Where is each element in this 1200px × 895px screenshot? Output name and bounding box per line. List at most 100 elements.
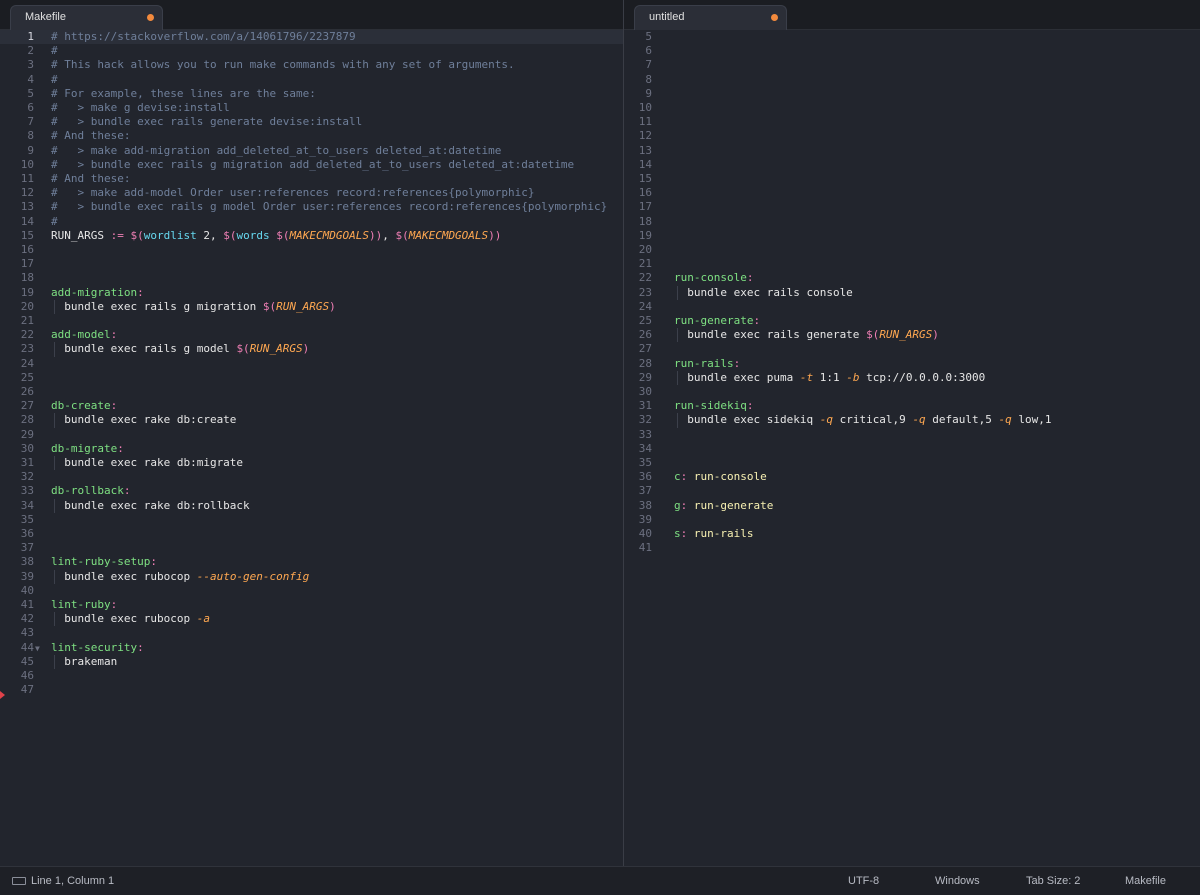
code-line[interactable]: 34 bbox=[624, 442, 1200, 456]
code-token: bundle exec rails g migration bbox=[51, 299, 263, 313]
code-line[interactable]: 13 bbox=[624, 144, 1200, 158]
code-line[interactable]: 7 # > bundle exec rails generate devise:i… bbox=[0, 115, 623, 129]
code-line[interactable]: 29 bundle exec puma -t 1:1 -b tcp://0.0.… bbox=[624, 370, 1200, 385]
code-line[interactable]: 27 db-create: bbox=[0, 399, 623, 413]
code-line[interactable]: 8 # And these: bbox=[0, 129, 623, 143]
code-line[interactable]: 18 bbox=[0, 271, 623, 285]
code-line[interactable]: 7 bbox=[624, 58, 1200, 72]
panel-toggle-icon[interactable] bbox=[12, 877, 26, 885]
code-line[interactable]: 17 bbox=[0, 257, 623, 271]
code-line[interactable]: 4 # bbox=[0, 73, 623, 87]
code-line[interactable]: 42 bundle exec rubocop -a bbox=[0, 612, 623, 627]
code-line[interactable]: 30 bbox=[624, 385, 1200, 399]
code-line[interactable]: 15 RUN_ARGS := $(wordlist 2, $(words $(MA… bbox=[0, 229, 623, 243]
code-line[interactable]: 25 bbox=[0, 371, 623, 385]
code-line[interactable]: 45 brakeman bbox=[0, 654, 623, 669]
code-line[interactable]: 9 bbox=[624, 87, 1200, 101]
code-line[interactable]: 22 run-console: bbox=[624, 271, 1200, 285]
code-line[interactable]: 37 bbox=[624, 484, 1200, 498]
code-line[interactable]: 40 s: run-rails bbox=[624, 527, 1200, 541]
code-line[interactable]: 11 bbox=[624, 115, 1200, 129]
code-line[interactable]: 36 bbox=[0, 527, 623, 541]
code-line[interactable]: 44 ▼ lint-security: bbox=[0, 641, 623, 655]
code-line[interactable]: 28 run-rails: bbox=[624, 357, 1200, 371]
code-line[interactable]: 24 bbox=[0, 357, 623, 371]
code-line[interactable]: 26 bundle exec rails generate $(RUN_ARGS… bbox=[624, 328, 1200, 343]
code-line[interactable]: 20 bundle exec rails g migration $(RUN_A… bbox=[0, 299, 623, 314]
code-line[interactable]: 20 bbox=[624, 243, 1200, 257]
encoding-indicator[interactable]: UTF-8 bbox=[848, 875, 879, 887]
code-line[interactable]: 24 bbox=[624, 300, 1200, 314]
code-line[interactable]: 16 bbox=[624, 186, 1200, 200]
code-line[interactable]: 32 bbox=[0, 470, 623, 484]
tab-untitled[interactable]: untitled bbox=[634, 5, 787, 30]
code-line[interactable]: 37 bbox=[0, 541, 623, 555]
line-endings-indicator[interactable]: Windows bbox=[935, 875, 980, 887]
code-line[interactable]: 12 # > make add-model Order user:referenc… bbox=[0, 186, 623, 200]
code-line[interactable]: 19 bbox=[624, 229, 1200, 243]
code-line[interactable]: 36 c: run-console bbox=[624, 470, 1200, 484]
code-line[interactable]: 25 run-generate: bbox=[624, 314, 1200, 328]
fold-arrow-icon[interactable]: ▼ bbox=[35, 642, 40, 656]
code-line[interactable]: 6 # > make g devise:install bbox=[0, 101, 623, 115]
code-line[interactable]: 39 bundle exec rubocop --auto-gen-config bbox=[0, 569, 623, 584]
code-line[interactable]: 47 bbox=[0, 683, 623, 697]
line-number: 14 bbox=[638, 157, 652, 171]
code-line[interactable]: 33 bbox=[624, 428, 1200, 442]
code-line[interactable]: 12 bbox=[624, 129, 1200, 143]
code-line[interactable]: 18 bbox=[624, 215, 1200, 229]
code-line[interactable]: 1 # https://stackoverflow.com/a/14061796/… bbox=[0, 30, 623, 45]
modified-indicator-icon[interactable] bbox=[771, 14, 778, 21]
modified-indicator-icon[interactable] bbox=[147, 14, 154, 21]
code-line[interactable]: 5 bbox=[624, 30, 1200, 44]
code-token: : bbox=[137, 640, 144, 654]
code-line[interactable]: 43 bbox=[0, 626, 623, 640]
code-line[interactable]: 40 bbox=[0, 584, 623, 598]
code-line[interactable]: 31 run-sidekiq: bbox=[624, 399, 1200, 413]
code-line[interactable]: 10 # > bundle exec rails g migration add_… bbox=[0, 158, 623, 172]
code-line[interactable]: 2 # bbox=[0, 44, 623, 58]
tab-makefile[interactable]: Makefile bbox=[10, 5, 163, 30]
code-line[interactable]: 21 bbox=[0, 314, 623, 328]
cursor-position[interactable]: Line 1, Column 1 bbox=[31, 875, 114, 887]
code-line[interactable]: 34 bundle exec rake db:rollback bbox=[0, 498, 623, 513]
code-line[interactable]: 21 bbox=[624, 257, 1200, 271]
code-line[interactable]: 14 bbox=[624, 158, 1200, 172]
code-line[interactable]: 38 g: run-generate bbox=[624, 499, 1200, 513]
editor-pane-untitled[interactable]: 5 6 7 8 9 10 11 12 13 14 15 16 17 18 19 20 21 22 run-conso… bbox=[624, 30, 1200, 866]
code-line[interactable]: 35 bbox=[0, 513, 623, 527]
code-line[interactable]: 27 bbox=[624, 342, 1200, 356]
code-line[interactable]: 23 bundle exec rails console bbox=[624, 285, 1200, 300]
code-line[interactable]: 3 # This hack allows you to run make comm… bbox=[0, 58, 623, 72]
code-line[interactable]: 17 bbox=[624, 200, 1200, 214]
code-line[interactable]: 15 bbox=[624, 172, 1200, 186]
code-line[interactable]: 35 bbox=[624, 456, 1200, 470]
code-line[interactable]: 41 bbox=[624, 541, 1200, 555]
code-line[interactable]: 28 bundle exec rake db:create bbox=[0, 413, 623, 428]
code-line[interactable]: 5 # For example, these lines are the same… bbox=[0, 87, 623, 101]
code-line[interactable]: 39 bbox=[624, 513, 1200, 527]
code-line[interactable]: 8 bbox=[624, 73, 1200, 87]
code-line[interactable]: 14 # bbox=[0, 215, 623, 229]
code-line[interactable]: 30 db-migrate: bbox=[0, 442, 623, 456]
code-line[interactable]: 13 # > bundle exec rails g model Order us… bbox=[0, 200, 623, 214]
code-line[interactable]: 29 bbox=[0, 428, 623, 442]
code-line[interactable]: 31 bundle exec rake db:migrate bbox=[0, 456, 623, 471]
editor-pane-makefile[interactable]: 1 # https://stackoverflow.com/a/14061796/… bbox=[0, 30, 623, 866]
code-line[interactable]: 22 add-model: bbox=[0, 328, 623, 342]
code-line[interactable]: 32 bundle exec sidekiq -q critical,9 -q … bbox=[624, 413, 1200, 428]
code-line[interactable]: 10 bbox=[624, 101, 1200, 115]
code-line[interactable]: 6 bbox=[624, 44, 1200, 58]
syntax-indicator[interactable]: Makefile bbox=[1125, 875, 1166, 887]
code-line[interactable]: 38 lint-ruby-setup: bbox=[0, 555, 623, 569]
code-line[interactable]: 19 add-migration: bbox=[0, 286, 623, 300]
code-line[interactable]: 16 bbox=[0, 243, 623, 257]
code-line[interactable]: 11 # And these: bbox=[0, 172, 623, 186]
code-line[interactable]: 33 db-rollback: bbox=[0, 484, 623, 498]
code-line[interactable]: 26 bbox=[0, 385, 623, 399]
code-line[interactable]: 41 lint-ruby: bbox=[0, 598, 623, 612]
code-line[interactable]: 9 # > make add-migration add_deleted_at_t… bbox=[0, 144, 623, 158]
code-line[interactable]: 23 bundle exec rails g model $(RUN_ARGS) bbox=[0, 342, 623, 357]
tab-size-indicator[interactable]: Tab Size: 2 bbox=[1026, 875, 1080, 887]
code-line[interactable]: 46 bbox=[0, 669, 623, 683]
